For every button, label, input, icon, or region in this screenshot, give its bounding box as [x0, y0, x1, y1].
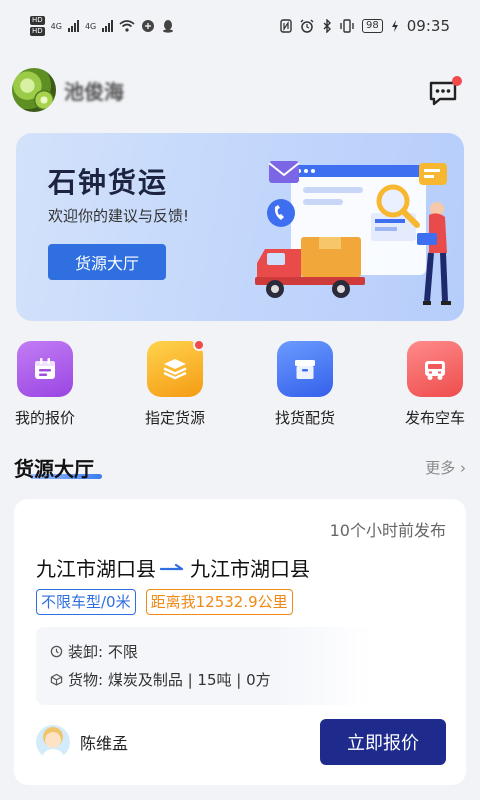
banner-title: 石钟货运 [48, 166, 169, 199]
route-origin: 九江市湖口县 [36, 557, 156, 581]
quick-entry-label: 指定货源 [144, 409, 205, 427]
message-button[interactable] [428, 76, 462, 106]
user-header: 池俊海 [12, 66, 468, 114]
hero-banner[interactable]: 石钟货运 欢迎你的建议与反馈! 货源大厅 [16, 133, 464, 321]
cargo-hall-button[interactable]: 货源大厅 [48, 244, 166, 280]
quick-entry-my-quotes[interactable]: 我的报价 [0, 341, 90, 433]
quick-entry-assigned-cargo[interactable]: 指定货源 [130, 339, 220, 433]
route-destination: 九江市湖口县 [190, 557, 310, 581]
quick-entry-label: 发布空车 [404, 409, 465, 427]
post-time: 10个小时前发布 [329, 521, 446, 540]
shipper-avatar [36, 725, 70, 759]
qq-icon [163, 20, 174, 33]
alarm-icon [300, 19, 314, 33]
wifi-icon [119, 20, 135, 32]
distance-tag: 距离我12532.9公里 [145, 589, 293, 615]
user-name: 池俊海 [64, 79, 124, 104]
loading-info: 装卸: 不限 [50, 637, 360, 665]
route: 九江市湖口县 九江市湖口县 [36, 553, 310, 582]
hd-label-1: HD [30, 16, 45, 25]
quick-entry-post-empty-truck[interactable]: 发布空车 [390, 341, 480, 433]
cargo-info: 装卸: 不限 货物: 煤炭及制品 | 15吨 | 0方 [36, 627, 374, 705]
charging-icon [391, 20, 398, 32]
layers-icon [147, 339, 205, 397]
signal-icon-2 [102, 20, 114, 32]
vehicle-tag: 不限车型/0米 [36, 589, 136, 615]
vibrate-icon [340, 19, 354, 33]
logistics-illustration [255, 161, 451, 305]
status-right: 98 09:35 [280, 17, 450, 35]
truck-icon [407, 341, 463, 397]
quick-entry-row: 我的报价 指定货源 找货配货 发布空车 [0, 339, 480, 433]
calendar-icon [17, 341, 73, 397]
clock-icon [50, 645, 63, 657]
nfc-icon [280, 19, 292, 33]
loading-text: 装卸: 不限 [68, 642, 138, 661]
hd-label-2: HD [30, 27, 45, 36]
cargo-card[interactable]: 10个小时前发布 九江市湖口县 九江市湖口县 不限车型/0米 距离我12532.… [14, 499, 466, 785]
banner-subtitle: 欢迎你的建议与反馈! [48, 207, 190, 225]
message-badge [452, 76, 462, 86]
app-notify-icon [142, 20, 155, 32]
more-link[interactable]: 更多 › [425, 457, 466, 478]
quick-entry-label: 我的报价 [14, 409, 75, 427]
package-icon [50, 673, 63, 686]
quick-entry-label: 找货配货 [274, 409, 335, 427]
quick-entry-find-cargo[interactable]: 找货配货 [260, 341, 350, 433]
clock: 09:35 [406, 17, 450, 35]
notification-badge [193, 339, 205, 351]
section-title: 货源大厅 [14, 457, 94, 481]
hd-indicator: HD HD [30, 15, 45, 37]
signal-icon [67, 20, 79, 32]
quote-now-button[interactable]: 立即报价 [320, 719, 446, 765]
route-arrow-icon [160, 563, 184, 570]
bluetooth-icon [323, 19, 332, 33]
goods-text: 货物: 煤炭及制品 | 15吨 | 0方 [68, 670, 271, 689]
cargo-tags: 不限车型/0米 距离我12532.9公里 [36, 589, 293, 615]
battery-icon: 98 [362, 19, 383, 33]
shipper: 陈维孟 [36, 725, 128, 759]
avatar[interactable] [12, 68, 56, 112]
shipper-name: 陈维孟 [80, 734, 129, 753]
status-left: HD HD 4G 4G [30, 15, 175, 37]
network-type-1: 4G [50, 21, 62, 31]
goods-info: 货物: 煤炭及制品 | 15吨 | 0方 [50, 665, 360, 693]
status-bar: HD HD 4G 4G 98 09:35 [0, 0, 480, 52]
network-type-2: 4G [84, 21, 97, 31]
box-icon [277, 341, 333, 397]
